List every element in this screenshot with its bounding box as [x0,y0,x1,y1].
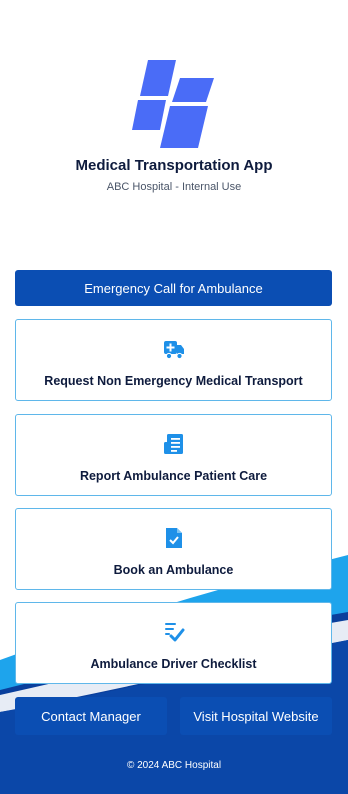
card-book-ambulance[interactable]: Book an Ambulance [15,508,332,590]
contact-manager-button[interactable]: Contact Manager [15,697,167,735]
card-report-patient-care[interactable]: Report Ambulance Patient Care [15,414,332,496]
app-logo-icon [132,60,214,148]
contact-manager-label: Contact Manager [41,708,141,724]
checklist-icon [164,623,184,642]
app-subtitle: ABC Hospital - Internal Use [106,181,242,193]
document-list-icon [163,434,183,454]
visit-hospital-website-label: Visit Hospital Website [193,708,319,724]
card-label: Request Non Emergency Medical Transport [44,374,303,388]
document-check-icon [165,528,182,548]
card-request-non-emergency-transport[interactable]: Request Non Emergency Medical Transport [15,319,332,401]
emergency-call-label: Emergency Call for Ambulance [84,280,263,296]
card-label: Report Ambulance Patient Care [79,469,268,483]
card-label: Book an Ambulance [113,563,234,577]
visit-hospital-website-button[interactable]: Visit Hospital Website [180,697,332,735]
card-label: Ambulance Driver Checklist [90,657,257,671]
emergency-call-button[interactable]: Emergency Call for Ambulance [15,270,332,306]
copyright-text: © 2024 ABC Hospital [126,760,222,771]
app-title: Medical Transportation App [75,157,273,174]
card-driver-checklist[interactable]: Ambulance Driver Checklist [15,602,332,684]
ambulance-icon [163,341,184,360]
